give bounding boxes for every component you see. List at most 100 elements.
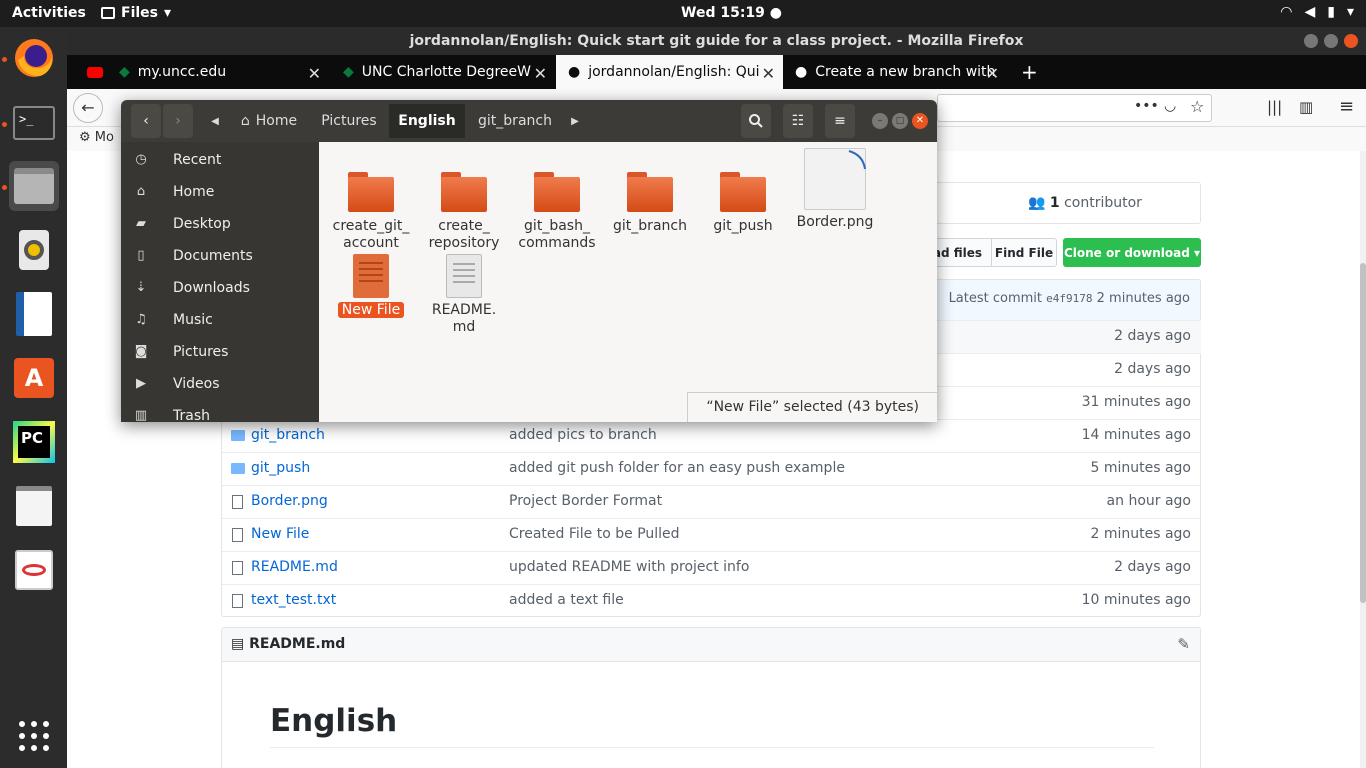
row-age: 2 days ago [1114, 361, 1191, 377]
breadcrumb-english[interactable]: English [389, 104, 465, 138]
table-row[interactable]: git_branch added pics to branch 14 minut… [222, 419, 1201, 452]
sidebar-item-music[interactable]: ♫ Music [121, 304, 319, 336]
app-menu[interactable]: Files ▾ [101, 5, 171, 21]
breadcrumb-scroll-right[interactable]: ▶ [565, 104, 585, 138]
bookmark-star-icon[interactable]: ☆ [1190, 97, 1204, 116]
contributors-link[interactable]: 👥 1 contributor [1028, 195, 1142, 211]
writer-icon[interactable] [9, 289, 59, 339]
menu-button[interactable]: ≡ [825, 104, 855, 138]
breadcrumb-scroll-left[interactable]: ◀ [205, 104, 225, 138]
bookmark-item[interactable]: ⚙ Mo [79, 130, 114, 145]
maximize-button[interactable]: □ [892, 113, 908, 129]
plus-icon: + [1021, 60, 1038, 84]
folder-item[interactable]: git_push [697, 172, 789, 235]
view-toggle-button[interactable]: ☷ [783, 104, 813, 138]
video-icon: ▶ [136, 376, 146, 391]
clone-download-button[interactable]: Clone or download ▾ [1063, 238, 1201, 267]
folder-item[interactable]: create_git_ account [325, 172, 417, 252]
row-commit-msg[interactable]: updated README with project info [509, 559, 749, 575]
page-scrollbar[interactable] [1360, 151, 1366, 768]
app-grid-icon[interactable] [9, 711, 59, 761]
row-name-link[interactable]: git_push [251, 460, 310, 476]
row-commit-msg[interactable]: added a text file [509, 592, 624, 608]
rhythmbox-icon[interactable] [9, 225, 59, 275]
battery-icon: ▮ [1327, 4, 1335, 20]
close-tab-icon[interactable]: ✕ [534, 64, 547, 83]
sidebar-item-pictures[interactable]: ◙ Pictures [121, 336, 319, 368]
new-tab-button[interactable]: + [1009, 55, 1039, 89]
row-commit-msg[interactable]: Project Border Format [509, 493, 662, 509]
commit-sha-link[interactable]: e4f9178 [1046, 292, 1092, 305]
pycharm-icon[interactable]: PC [9, 417, 59, 467]
sidebar-item-recent[interactable]: ◷ Recent [121, 144, 319, 176]
row-name-link[interactable]: New File [251, 526, 309, 542]
scrollbar-thumb[interactable] [1360, 263, 1366, 603]
sidebar-item-desktop[interactable]: ▰ Desktop [121, 208, 319, 240]
sidebar-item-documents[interactable]: ▯ Documents [121, 240, 319, 272]
image-file-item[interactable]: Border.png [789, 148, 881, 231]
search-button[interactable] [741, 104, 771, 138]
forward-button[interactable]: › [163, 104, 193, 138]
sidebar-label: Music [173, 312, 213, 328]
close-tab-icon[interactable]: ✕ [986, 64, 999, 83]
close-button[interactable]: ✕ [912, 113, 928, 129]
back-button[interactable]: ‹ [131, 104, 161, 138]
terminal-icon[interactable]: >_ [9, 98, 59, 148]
sidebar-item-videos[interactable]: ▶ Videos [121, 368, 319, 400]
back-button[interactable]: ← [73, 93, 103, 123]
url-bar[interactable]: ••• ◡ ☆ [937, 94, 1212, 122]
close-tab-icon[interactable]: ✕ [308, 64, 321, 83]
row-name-link[interactable]: text_test.txt [251, 592, 336, 608]
row-commit-msg[interactable]: added git push folder for an easy push e… [509, 460, 845, 476]
find-file-button[interactable]: Find File [991, 238, 1057, 267]
folder-item[interactable]: git_branch [604, 172, 696, 235]
minimize-icon[interactable] [1304, 34, 1318, 48]
evince-icon[interactable] [9, 545, 59, 595]
tab-github-repo[interactable]: ● jordannolan/English: Qui ✕ [556, 55, 783, 89]
row-commit-msg[interactable]: added pics to branch [509, 427, 657, 443]
upload-files-label: ad files [932, 245, 983, 260]
table-row[interactable]: README.md updated README with project in… [222, 551, 1201, 584]
pencil-icon[interactable]: ✎ [1177, 635, 1190, 653]
table-row[interactable]: text_test.txt added a text file 10 minut… [222, 584, 1201, 617]
book-icon: ▤ [231, 636, 245, 652]
breadcrumb-pictures[interactable]: Pictures [311, 104, 387, 138]
sidebar-icon[interactable]: ▥ [1299, 98, 1313, 116]
text-file-item[interactable]: README. md [418, 254, 510, 336]
firefox-icon[interactable] [9, 33, 59, 83]
page-actions-icon[interactable]: ••• [1134, 98, 1159, 114]
sidebar-item-home[interactable]: ⌂ Home [121, 176, 319, 208]
row-commit-msg[interactable]: Created File to be Pulled [509, 526, 680, 542]
activities-button[interactable]: Activities [12, 5, 86, 21]
table-row[interactable]: New File Created File to be Pulled 2 min… [222, 518, 1201, 551]
tab-degreeworks[interactable]: ◆ UNC Charlotte DegreeW ✕ [331, 55, 555, 89]
row-name-link[interactable]: README.md [251, 559, 338, 575]
folder-item[interactable]: git_bash_ commands [511, 172, 603, 252]
text-file-item-selected[interactable]: New File [325, 254, 417, 319]
row-name-link[interactable]: git_branch [251, 427, 325, 443]
pocket-icon[interactable]: ◡ [1164, 98, 1176, 114]
files-icon[interactable] [9, 161, 59, 211]
menu-icon[interactable]: ≡ [1339, 96, 1354, 117]
tab-github-branch[interactable]: ● Create a new branch with ✕ [783, 55, 1007, 89]
row-name-link[interactable]: Border.png [251, 493, 328, 509]
folder-icon [231, 463, 245, 474]
library-icon[interactable]: ||| [1267, 98, 1282, 116]
breadcrumb-git-branch[interactable]: git_branch [467, 104, 563, 138]
table-row[interactable]: Border.png Project Border Format an hour… [222, 485, 1201, 518]
list-view-icon: ☷ [791, 113, 805, 129]
close-icon[interactable] [1344, 34, 1358, 48]
sidebar-item-trash[interactable]: ▥ Trash [121, 400, 319, 422]
text-editor-icon[interactable] [9, 481, 59, 531]
maximize-icon[interactable] [1324, 34, 1338, 48]
sidebar-item-downloads[interactable]: ⇣ Downloads [121, 272, 319, 304]
software-icon[interactable]: A [9, 353, 59, 403]
minimize-button[interactable]: – [872, 113, 888, 129]
breadcrumb-home[interactable]: ⌂ Home [227, 104, 311, 138]
clock[interactable]: Wed 15:19 ● [681, 5, 782, 21]
close-tab-icon[interactable]: ✕ [762, 64, 775, 83]
folder-item[interactable]: create_ repository [418, 172, 510, 252]
table-row[interactable]: git_push added git push folder for an ea… [222, 452, 1201, 485]
system-tray[interactable]: ◠ ◀ ▮ ▾ [1280, 4, 1354, 20]
tab-myuncc[interactable]: ◆ my.uncc.edu ✕ [107, 55, 329, 89]
